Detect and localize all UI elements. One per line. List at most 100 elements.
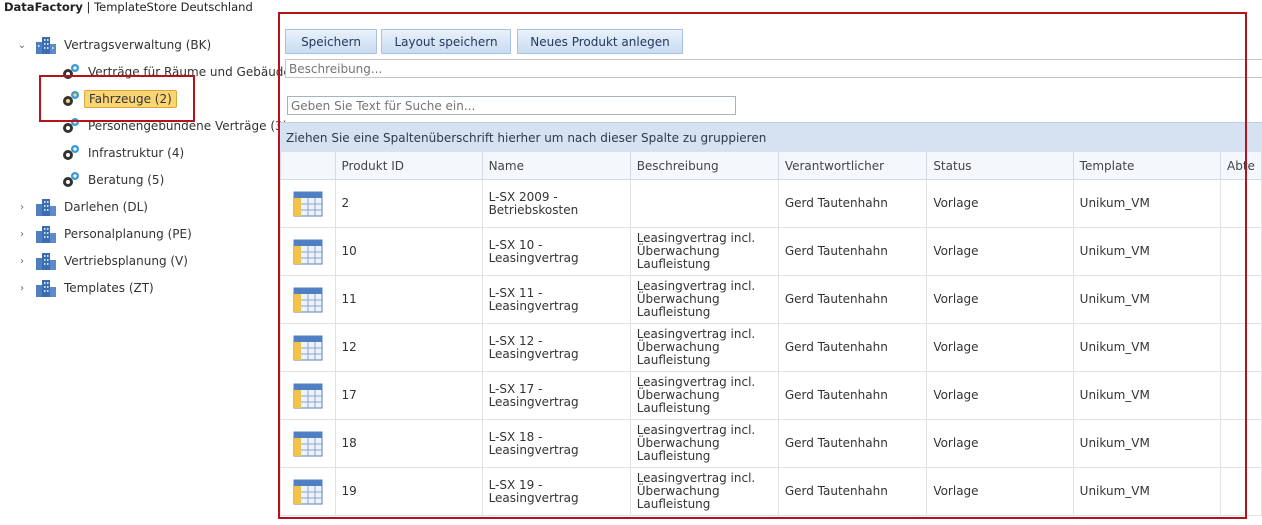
row-icon-cell[interactable] [280, 467, 336, 516]
column-header-verantwortlicher[interactable]: Verantwortlicher [777, 152, 928, 180]
table-row[interactable]: 10 L-SX 10 - Leasingvertrag Leasingvertrag … [280, 227, 1262, 276]
cell-name-line: L-SX 11 - [488, 285, 543, 300]
cell-status: Vorlage [926, 179, 1074, 228]
table-row[interactable]: 17 L-SX 17 - Leasingvertrag Leasingvertrag … [280, 371, 1262, 420]
table-icon [293, 479, 323, 504]
row-icon-cell[interactable] [280, 227, 336, 276]
chevron-right-icon[interactable]: › [15, 229, 29, 240]
cell-template: Unikum_VM [1072, 275, 1222, 324]
tree-node-personalplanung[interactable]: › Personalplanung (PE) [15, 222, 196, 246]
tree-node-darlehen[interactable]: › Darlehen (DL) [15, 195, 152, 219]
group-by-drop-area[interactable]: Ziehen Sie eine Spaltenüberschrift hierh… [280, 122, 1262, 152]
cell-template: Unikum_VM [1072, 179, 1222, 228]
chevron-down-icon[interactable]: ⌄ [15, 40, 29, 51]
app-title: DataFactory | TemplateStore Deutschland [4, 0, 253, 14]
cell-produkt-id: 17 [334, 371, 483, 420]
tree-node-label: Personalplanung (PE) [64, 227, 192, 241]
row-icon-cell[interactable] [280, 179, 336, 228]
cell-name: L-SX 10 - Leasingvertrag [481, 227, 631, 276]
cell-produkt-id: 2 [334, 179, 483, 228]
cell-name-line: Leasingvertrag [488, 490, 579, 505]
cell-beschreibung: Leasingvertrag incl. Überwachung Laufleist… [629, 419, 779, 468]
cell-abteilung [1220, 227, 1262, 276]
tree-node-vertriebsplanung[interactable]: › Vertriebsplanung (V) [15, 249, 192, 273]
search-input[interactable] [287, 96, 736, 115]
table-icon [293, 287, 323, 312]
table-icon [293, 383, 323, 408]
cell-template: Unikum_VM [1072, 227, 1222, 276]
cell-abteilung [1220, 371, 1262, 420]
cell-beschreibung: Leasingvertrag incl. Überwachung Laufleist… [629, 371, 779, 420]
table-row[interactable]: 11 L-SX 11 - Leasingvertrag Leasingvertrag … [280, 275, 1262, 324]
description-field[interactable] [285, 59, 1262, 78]
product-grid: Produkt ID Name Beschreibung Verantwortl… [280, 152, 1262, 516]
column-header-name[interactable]: Name [481, 152, 631, 180]
save-button[interactable]: Speichern [285, 29, 377, 54]
cell-name-line: L-SX 18 - [488, 429, 543, 444]
column-header-produkt-id[interactable]: Produkt ID [334, 152, 483, 180]
chevron-right-icon[interactable]: › [15, 256, 29, 267]
chevron-right-icon[interactable]: › [15, 283, 29, 294]
row-icon-cell[interactable] [280, 323, 336, 372]
building-icon [36, 253, 56, 270]
cell-template: Unikum_VM [1072, 467, 1222, 516]
cell-beschreibung [629, 179, 779, 228]
cell-desc-line: Laufleistung [636, 257, 711, 271]
cell-status: Vorlage [926, 275, 1074, 324]
save-layout-button[interactable]: Layout speichern [381, 29, 511, 54]
cell-status: Vorlage [926, 227, 1074, 276]
selection-highlight-frame [39, 75, 195, 122]
cell-produkt-id: 19 [334, 467, 483, 516]
tree-node-vertragsverwaltung[interactable]: ⌄ Vertragsverwaltung (BK) [15, 33, 215, 57]
tree-node-label: Templates (ZT) [64, 281, 154, 295]
table-icon [293, 335, 323, 360]
product-panel: Speichern Layout speichern Neues Produkt… [280, 14, 1262, 518]
cell-abteilung [1220, 467, 1262, 516]
row-icon-cell[interactable] [280, 275, 336, 324]
cell-verantwortlicher: Gerd Tautenhahn [777, 467, 928, 516]
cell-name-line: Leasingvertrag [488, 250, 579, 265]
column-header-beschreibung[interactable]: Beschreibung [629, 152, 779, 180]
column-header-status[interactable]: Status [926, 152, 1074, 180]
cell-verantwortlicher: Gerd Tautenhahn [777, 179, 928, 228]
cell-name-line: Leasingvertrag [488, 346, 579, 361]
brand-name: DataFactory [4, 0, 83, 14]
tree-node-beratung[interactable]: Beratung (5) [60, 168, 168, 192]
cell-beschreibung: Leasingvertrag incl. Überwachung Laufleist… [629, 227, 779, 276]
table-row[interactable]: 19 L-SX 19 - Leasingvertrag Leasingvertrag … [280, 467, 1262, 516]
chevron-right-icon[interactable]: › [15, 202, 29, 213]
table-row[interactable]: 12 L-SX 12 - Leasingvertrag Leasingvertrag … [280, 323, 1262, 372]
cell-beschreibung: Leasingvertrag incl. Überwachung Laufleist… [629, 323, 779, 372]
cell-verantwortlicher: Gerd Tautenhahn [777, 227, 928, 276]
row-icon-cell[interactable] [280, 371, 336, 420]
cell-produkt-id: 18 [334, 419, 483, 468]
cell-desc-line: Laufleistung [636, 449, 711, 463]
cell-name-line: Leasingvertrag [488, 298, 579, 313]
cell-desc-line: Laufleistung [636, 305, 711, 319]
cell-produkt-id: 10 [334, 227, 483, 276]
title-separator: | [86, 0, 91, 14]
table-icon [293, 191, 323, 216]
app-subtitle: TemplateStore Deutschland [94, 0, 253, 14]
cell-status: Vorlage [926, 371, 1074, 420]
column-header-template[interactable]: Template [1072, 152, 1222, 180]
cell-abteilung [1220, 275, 1262, 324]
cell-name-line: L-SX 10 - [488, 237, 543, 252]
cell-verantwortlicher: Gerd Tautenhahn [777, 419, 928, 468]
new-product-button[interactable]: Neues Produkt anlegen [517, 29, 683, 54]
row-icon-cell[interactable] [280, 419, 336, 468]
column-header-icon [280, 152, 336, 180]
tree-node-infrastruktur[interactable]: Infrastruktur (4) [60, 141, 188, 165]
building-icon [36, 199, 56, 216]
tree-node-label: Vertriebsplanung (V) [64, 254, 188, 268]
cell-status: Vorlage [926, 467, 1074, 516]
column-header-abteilung[interactable]: Abte [1220, 152, 1262, 180]
table-row[interactable]: 18 L-SX 18 - Leasingvertrag Leasingvertrag … [280, 419, 1262, 468]
tree-node-templates[interactable]: › Templates (ZT) [15, 276, 158, 300]
cell-abteilung [1220, 419, 1262, 468]
cell-produkt-id: 11 [334, 275, 483, 324]
cell-name-line: L-SX 19 - [488, 477, 543, 492]
table-row[interactable]: 2 L-SX 2009 - Betriebskosten Gerd Tautenhah… [280, 179, 1262, 228]
cell-desc-line: Laufleistung [636, 497, 711, 511]
gears-icon [63, 172, 79, 187]
